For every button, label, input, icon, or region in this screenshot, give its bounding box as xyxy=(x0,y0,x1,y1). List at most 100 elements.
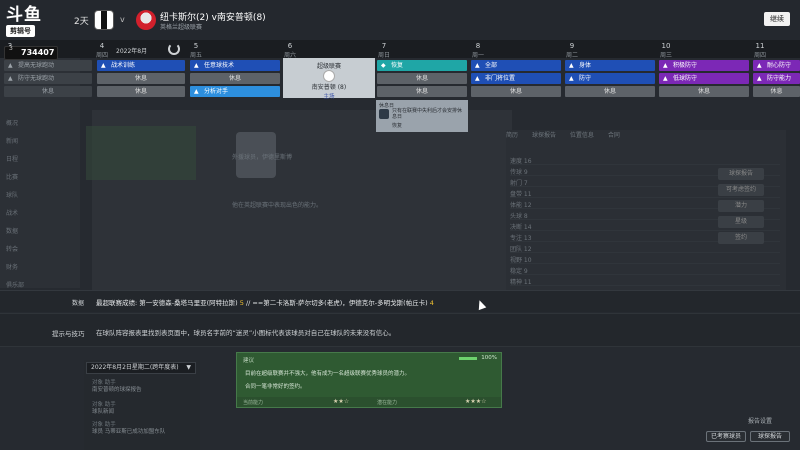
training-icon: ▲ xyxy=(663,62,668,69)
sidebar-item[interactable]: 战术 xyxy=(6,208,72,217)
day-number: 10 xyxy=(661,42,671,50)
schedule-chip[interactable]: 休息 xyxy=(565,86,655,97)
news-item[interactable]: 对象 助手 球员 马蒂亚斯已成功加盟东队 xyxy=(92,422,192,436)
news-item-body: 球队新闻 xyxy=(92,409,115,415)
tab-position[interactable]: 位置信息 xyxy=(570,132,594,139)
schedule-chip[interactable]: ▲ 战术训练 xyxy=(97,60,185,71)
sign-button[interactable]: 签约 xyxy=(718,232,764,244)
schedule-chip[interactable]: ▲ 非门将位置 xyxy=(471,73,561,84)
coin-counter-prefix: 3 xyxy=(9,45,13,52)
schedule-chip[interactable]: 休息 xyxy=(377,86,467,97)
player-name: 外援球员，伊德里斯博 xyxy=(232,154,293,161)
report-settings-link[interactable]: 报告设置 xyxy=(748,416,772,425)
schedule-chip[interactable]: ◆ 恢复 xyxy=(377,60,467,71)
sidebar-item[interactable]: 新闻 xyxy=(6,136,72,145)
schedule-chip[interactable]: 休息 xyxy=(4,86,92,97)
recovery-icon: ◆ xyxy=(381,62,386,69)
sidebar-item[interactable]: 日程 xyxy=(6,154,72,163)
schedule-chip[interactable]: 休息 xyxy=(753,86,800,97)
match-opponent: 南安普顿 (8) xyxy=(311,84,347,91)
sidebar-item[interactable]: 概况 xyxy=(6,118,72,127)
training-icon: ▲ xyxy=(194,62,199,69)
tips-label: 提示与技巧 xyxy=(52,330,85,338)
background-green-card xyxy=(86,126,196,180)
schedule-chip[interactable]: 休息 xyxy=(97,73,185,84)
attribute-row: 视野 10 xyxy=(510,255,780,264)
profile-tabs: 简历 球探报告 位置信息 合同 xyxy=(506,130,686,142)
day-column-header[interactable]: 7 周日 xyxy=(338,40,430,59)
match-day-card[interactable]: 超级联赛 南安普顿 (8) 主场 xyxy=(283,58,375,100)
scouted-players-button[interactable]: 已考察球员 xyxy=(706,431,746,442)
news-date-selector[interactable]: 2022年8月2日星期二(跨年度表) ▼ xyxy=(86,362,196,374)
schedule-chip[interactable]: ▲ 低球防守 xyxy=(659,73,749,84)
day-column-header[interactable]: 9 周二 xyxy=(526,40,618,59)
day-column-header[interactable]: 6 周六 xyxy=(244,40,336,59)
scout-report-button[interactable]: 球探报告 xyxy=(718,168,764,180)
consider-button[interactable]: 可考虑签约 xyxy=(718,184,764,196)
rest-day-tooltip: 休息日 只有在联赛中失利后才会安排休息日 恢复 xyxy=(376,100,468,132)
schedule-chip[interactable]: ▲ 任意球技术 xyxy=(190,60,280,71)
continue-button[interactable]: 继续 xyxy=(764,12,790,26)
sidebar-item[interactable]: 球队 xyxy=(6,190,72,199)
sidebar-item[interactable]: 数据 xyxy=(6,226,72,235)
match-competition: 超级联赛 xyxy=(316,63,341,70)
home-team-crest-icon[interactable] xyxy=(94,10,114,30)
tab-profile[interactable]: 简历 xyxy=(506,132,518,139)
scout-report-button[interactable]: 球探报告 xyxy=(750,431,790,442)
player-profile-text: 他在英超联赛中表现出色的能力。 xyxy=(232,202,323,209)
rating-button[interactable]: 星级 xyxy=(718,216,764,228)
schedule-chip[interactable]: ▲ 分析对手 xyxy=(190,86,280,97)
schedule-chip[interactable]: ▲ 耐心防守 xyxy=(753,60,800,71)
opponent-crest-icon xyxy=(323,70,335,82)
attribute-row: 速度 16 xyxy=(510,156,780,165)
broadcast-logo: 斗鱼 剪辑号 xyxy=(6,6,58,42)
schedule-chip[interactable]: ▲ 防守能力 xyxy=(753,73,800,84)
sidebar-item[interactable]: 俱乐部 xyxy=(6,280,72,289)
attribute-row: 精神 11 xyxy=(510,277,780,286)
schedule-chip[interactable]: 休息 xyxy=(659,86,749,97)
news-item[interactable]: 对象 助手 南安普顿的球探报告 xyxy=(92,380,192,394)
news-item[interactable]: 对象 助手 球队新闻 xyxy=(92,402,192,416)
tab-contract[interactable]: 合同 xyxy=(608,132,620,139)
schedule-chip[interactable]: ▲ 积极防守 xyxy=(659,60,749,71)
away-team-crest-icon[interactable] xyxy=(136,10,156,30)
schedule-chip[interactable]: ▲ 全部 xyxy=(471,60,561,71)
training-icon: ▲ xyxy=(8,75,13,82)
sidebar-item[interactable]: 比赛 xyxy=(6,172,72,181)
schedule-chip[interactable]: 休息 xyxy=(471,86,561,97)
schedule-chip[interactable]: ▲ 提高无球跑动 xyxy=(4,60,92,71)
schedule-chip[interactable]: ▲ 身体 xyxy=(565,60,655,71)
days-until-match: 2天 xyxy=(74,17,89,27)
schedule-chip[interactable]: 休息 xyxy=(97,86,185,97)
advice-text: 目前在超级联赛并不强大，他有成为一名超级联赛优秀球员的潜力。 xyxy=(245,371,411,377)
potential-button[interactable]: 潜力 xyxy=(718,200,764,212)
chip-label: 耐心防守 xyxy=(767,62,792,69)
stats-ticker-text: 最超联赛成绩: 第一安德森-桑塔马里亚(阿特拉斯) 5 // ==第二卡洛斯-萨… xyxy=(96,297,434,307)
chip-label: 恢复 xyxy=(391,62,404,69)
sidebar-item[interactable]: 转会 xyxy=(6,244,72,253)
match-venue: 主场 xyxy=(323,94,335,100)
day-number: 7 xyxy=(381,42,387,50)
chip-label: 战术训练 xyxy=(111,62,136,69)
tab-scout-report[interactable]: 球探报告 xyxy=(532,132,556,139)
schedule-chip[interactable]: 休息 xyxy=(190,73,280,84)
schedule-chip[interactable]: ▲ 防守 xyxy=(565,73,655,84)
calendar-month[interactable]: 2022年8月 xyxy=(116,46,147,55)
sidebar-item[interactable]: 财务 xyxy=(6,262,72,271)
advice-percent: 100% xyxy=(481,355,497,361)
chip-label: 分析对手 xyxy=(204,88,229,95)
news-item-body: 南安普顿的球探报告 xyxy=(92,387,142,393)
training-icon: ▲ xyxy=(475,62,480,69)
day-column-header[interactable]: 11 周四 xyxy=(714,40,800,59)
day-column-header[interactable]: 5 周五 xyxy=(150,40,242,59)
training-icon: ▲ xyxy=(194,88,199,95)
day-column-header[interactable]: 10 周三 xyxy=(620,40,712,59)
coin-counter-value: 734407 xyxy=(21,48,55,57)
potential-ability-label: 潜在能力 xyxy=(377,400,398,406)
day-column-header[interactable]: 8 周一 xyxy=(432,40,524,59)
schedule-chip[interactable]: 休息 xyxy=(377,73,467,84)
training-icon: ▲ xyxy=(8,62,13,69)
chip-label: 防守 xyxy=(579,75,592,82)
ticker-segment: // ==第二卡洛斯-萨尔切多(老虎)，伊德克尔-多明戈斯(帕丘卡) xyxy=(243,299,428,307)
schedule-chip[interactable]: ▲ 防守无球跑动 xyxy=(4,73,92,84)
